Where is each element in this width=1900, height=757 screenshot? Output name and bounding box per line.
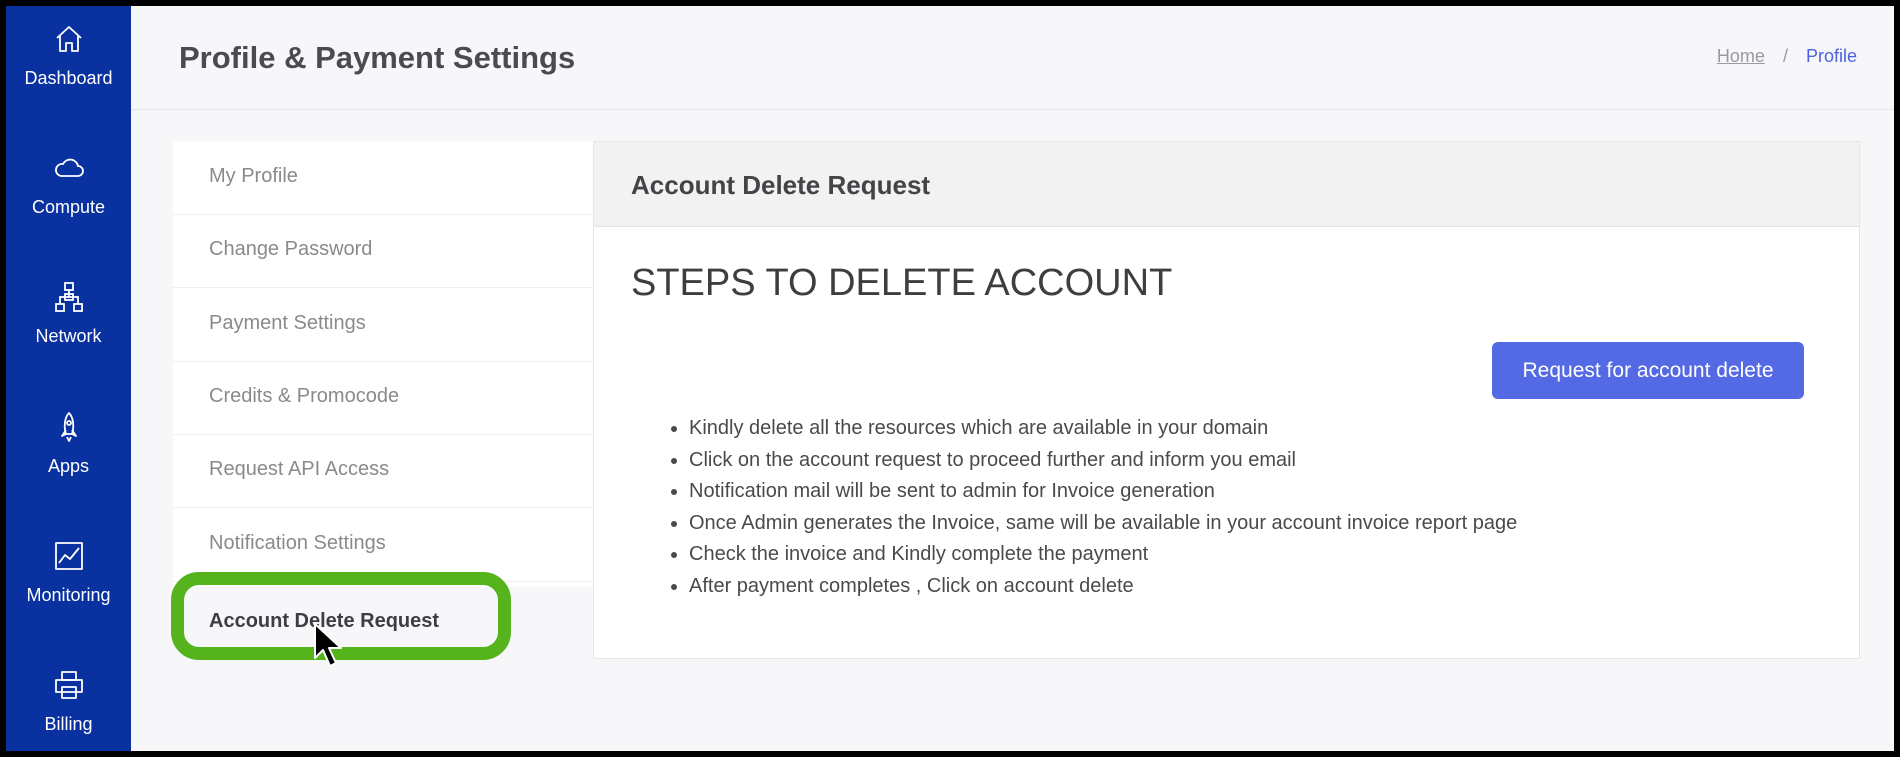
list-item: Kindly delete all the resources which ar… xyxy=(689,413,1517,445)
mouse-pointer-icon xyxy=(314,623,342,667)
network-icon xyxy=(54,282,83,312)
sidebar-item-label: Apps xyxy=(47,456,90,476)
menu-item-label: Payment Settings xyxy=(209,312,366,334)
breadcrumb: Home / Profile xyxy=(1717,46,1857,67)
list-item: Click on the account request to proceed … xyxy=(689,445,1517,477)
menu-item-label: Request API Access xyxy=(209,458,390,480)
request-account-delete-button[interactable]: Request for account delete xyxy=(1492,342,1804,399)
sidebar-item-billing[interactable]: Billing xyxy=(6,668,131,751)
card-title: Account Delete Request xyxy=(631,170,931,200)
cloud-icon xyxy=(54,158,84,177)
menu-item-label: Notification Settings xyxy=(209,532,386,554)
sidebar-item-apps[interactable]: Apps xyxy=(6,410,131,530)
menu-item-request-api-access[interactable]: Request API Access xyxy=(173,434,593,508)
sidebar-item-dashboard[interactable]: Dashboard xyxy=(6,22,131,142)
steps-heading: STEPS TO DELETE ACCOUNT xyxy=(631,262,1173,304)
sidebar-item-label: Monitoring xyxy=(26,585,111,605)
breadcrumb-current: Profile xyxy=(1805,46,1857,66)
menu-item-payment-settings[interactable]: Payment Settings xyxy=(173,288,593,362)
account-delete-card: Account Delete Request STEPS TO DELETE A… xyxy=(593,141,1860,659)
menu-item-change-password[interactable]: Change Password xyxy=(173,214,593,288)
page-header: Profile & Payment Settings Home / Profil… xyxy=(131,6,1894,110)
sidebar-item-label: Compute xyxy=(31,197,106,217)
list-item: After payment completes , Click on accou… xyxy=(689,571,1517,603)
menu-item-credits-promocode[interactable]: Credits & Promocode xyxy=(173,361,593,435)
breadcrumb-home-link[interactable]: Home xyxy=(1717,46,1765,66)
sidebar-item-label: Billing xyxy=(44,714,93,734)
steps-list: Kindly delete all the resources which ar… xyxy=(631,413,1517,602)
sidebar-item-network[interactable]: Network xyxy=(6,280,131,400)
rocket-icon xyxy=(60,412,77,442)
list-item: Notification mail will be sent to admin … xyxy=(689,476,1517,508)
menu-item-notification-settings[interactable]: Notification Settings xyxy=(173,508,593,582)
menu-item-label: Change Password xyxy=(209,238,373,260)
menu-item-label: My Profile xyxy=(209,165,298,187)
list-item: Once Admin generates the Invoice, same w… xyxy=(689,508,1517,540)
sidebar-item-label: Dashboard xyxy=(24,68,113,88)
sidebar: Dashboard Compute Network Apps Monitorin… xyxy=(6,6,131,751)
card-header: Account Delete Request xyxy=(594,142,1859,227)
breadcrumb-separator: / xyxy=(1782,46,1788,66)
chart-icon xyxy=(54,542,83,570)
menu-item-my-profile[interactable]: My Profile xyxy=(173,141,593,215)
page-title: Profile & Payment Settings xyxy=(179,40,576,75)
home-icon xyxy=(55,26,82,52)
sidebar-item-monitoring[interactable]: Monitoring xyxy=(6,539,131,659)
sidebar-item-label: Network xyxy=(35,326,102,346)
sidebar-item-compute[interactable]: Compute xyxy=(6,151,131,271)
menu-item-label: Credits & Promocode xyxy=(209,385,400,407)
list-item: Check the invoice and Kindly complete th… xyxy=(689,539,1517,571)
printer-icon xyxy=(54,671,83,699)
